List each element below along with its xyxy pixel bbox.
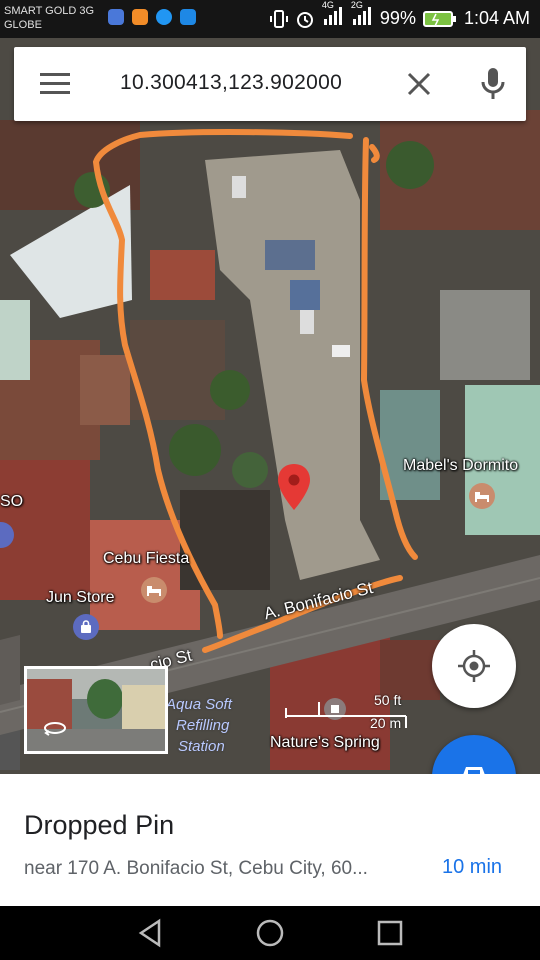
search-query[interactable]: 10.300413,123.902000: [120, 71, 342, 95]
hotel-marker-icon-2[interactable]: [141, 577, 167, 603]
carrier-info: SMART GOLD 3G GLOBE: [4, 4, 94, 32]
label-jun-store[interactable]: Jun Store: [46, 589, 114, 607]
hotel-marker-icon[interactable]: [469, 483, 495, 509]
my-location-icon: [458, 650, 490, 682]
maps-notification-icon: [108, 9, 124, 25]
status-bar: SMART GOLD 3G GLOBE 4G 2G 99% 1:04 AM: [0, 0, 540, 38]
close-icon[interactable]: [406, 71, 432, 97]
my-location-button[interactable]: [432, 624, 516, 708]
app-notification-icon: [132, 9, 148, 25]
signal-4g: 4G: [322, 0, 344, 30]
label-cebu-fiesta[interactable]: Cebu Fiesta: [103, 550, 189, 568]
home-icon[interactable]: [255, 918, 285, 948]
carrier-line-2: GLOBE: [4, 19, 42, 31]
alarm-icon: [296, 11, 313, 28]
store-marker-icon[interactable]: [73, 614, 99, 640]
messenger-notification-icon: [156, 9, 172, 25]
scale-imperial: 50 ft: [374, 692, 402, 708]
notification-icons: [108, 9, 196, 25]
battery-icon: [422, 10, 456, 27]
clock: 1:04 AM: [463, 8, 530, 28]
recents-icon[interactable]: [375, 918, 405, 948]
search-bar[interactable]: 10.300413,123.902000: [14, 47, 526, 121]
menu-icon[interactable]: [40, 71, 70, 97]
carrier-line-1: SMART GOLD 3G: [4, 5, 95, 17]
label-aqua-soft[interactable]: Aqua Soft Refilling Station: [166, 694, 232, 757]
status-right: 4G 2G 99% 1:04 AM: [269, 0, 530, 30]
signal-2g: 2G: [351, 0, 373, 30]
label-so: SO: [0, 493, 24, 510]
dropped-pin-icon[interactable]: [276, 462, 312, 512]
scale-metric: 20 m: [370, 715, 402, 731]
label-mabels-dormitory[interactable]: Mabel's Dormito: [403, 457, 518, 475]
back-icon[interactable]: [136, 918, 166, 948]
street-view-thumbnail[interactable]: [24, 666, 168, 754]
label-natures-spring[interactable]: Nature's Spring: [270, 734, 380, 752]
map-scale: 50 ft 20 m: [284, 692, 410, 732]
vibrate-icon: [269, 9, 288, 28]
travel-time[interactable]: 10 min: [442, 856, 502, 879]
mic-icon[interactable]: [479, 67, 507, 101]
navigation-bar: [0, 906, 540, 960]
place-sheet[interactable]: Dropped Pin near 170 A. Bonifacio St, Ce…: [0, 774, 540, 906]
message-notification-icon: [180, 9, 196, 25]
rotate-360-icon: [44, 722, 66, 736]
battery-percent: 99%: [379, 8, 416, 28]
place-address: near 170 A. Bonifacio St, Cebu City, 60.…: [24, 858, 368, 879]
place-title: Dropped Pin: [24, 810, 175, 840]
